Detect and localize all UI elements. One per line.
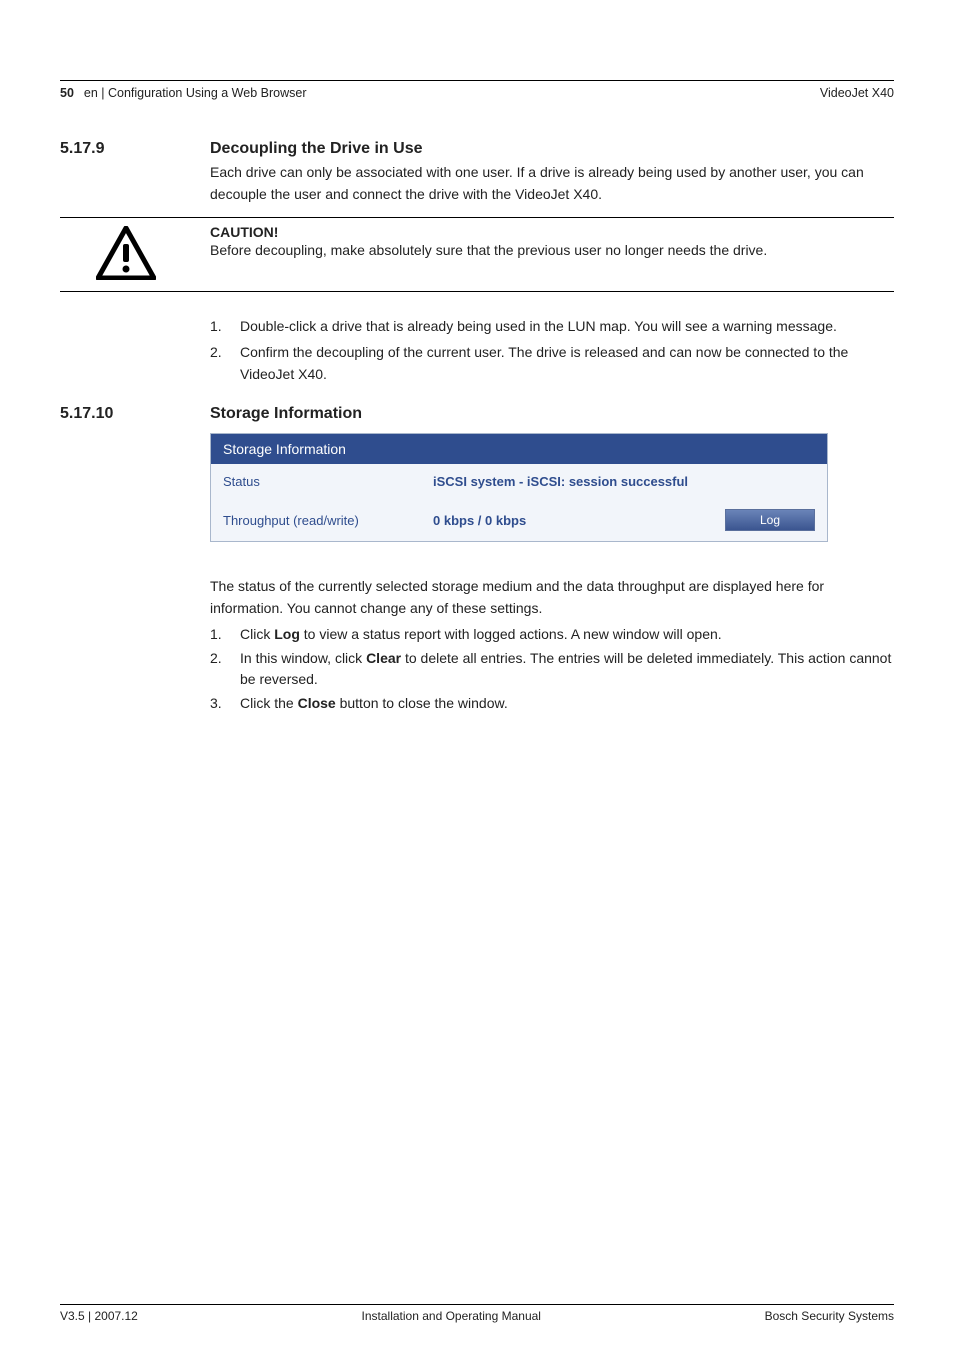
text-frag: In this window, click (240, 650, 366, 666)
throughput-value: 0 kbps / 0 kbps (433, 513, 725, 528)
section-body: Decoupling the Drive in Use Each drive c… (210, 140, 894, 205)
page-header: 50 en | Configuration Using a Web Browse… (60, 86, 894, 100)
section-number: 5.17.9 (60, 140, 210, 158)
footer-title: Installation and Operating Manual (362, 1309, 541, 1323)
step-text: Click Log to view a status report with l… (240, 624, 894, 646)
section-number: 5.17.10 (60, 405, 210, 423)
status-row: Status iSCSI system - iSCSI: session suc… (211, 464, 827, 499)
bold-clear: Clear (366, 650, 401, 666)
throughput-row: Throughput (read/write) 0 kbps / 0 kbps … (211, 499, 827, 541)
bold-log: Log (274, 626, 300, 642)
section-number-col: 5.17.10 (60, 405, 210, 716)
step-number: 2. (210, 648, 240, 691)
breadcrumb: en | Configuration Using a Web Browser (84, 86, 307, 100)
page-content: 5.17.9 Decoupling the Drive in Use Each … (60, 140, 894, 717)
text-frag: button to close the window. (336, 695, 508, 711)
caution-heading: CAUTION! (210, 224, 894, 240)
page-footer: V3.5 | 2007.12 Installation and Operatin… (60, 1309, 894, 1323)
header-product: VideoJet X40 (820, 86, 894, 100)
section-storage-info: 5.17.10 Storage Information Storage Info… (60, 405, 894, 716)
step-number: 1. (210, 624, 240, 646)
list-item: 2. Confirm the decoupling of the current… (60, 342, 894, 385)
caution-body: Before decoupling, make absolutely sure … (210, 240, 894, 262)
list-item: 2. In this window, click Clear to delete… (210, 648, 894, 691)
caution-triangle-icon (96, 226, 156, 285)
text-frag: Click (240, 626, 274, 642)
text-frag: Click the (240, 695, 298, 711)
caution-block: CAUTION! Before decoupling, make absolut… (60, 217, 894, 292)
list-item: 1. Click Log to view a status report wit… (210, 624, 894, 646)
steps-list-1: 1. Double-click a drive that is already … (60, 316, 894, 385)
status-label: Status (223, 474, 433, 489)
section-title: Decoupling the Drive in Use (210, 140, 894, 158)
header-left: 50 en | Configuration Using a Web Browse… (60, 86, 306, 100)
step-number: 2. (210, 342, 240, 385)
header-rule (60, 80, 894, 81)
list-item: 1. Double-click a drive that is already … (60, 316, 894, 338)
panel-title: Storage Information (211, 434, 827, 464)
section-decoupling: 5.17.9 Decoupling the Drive in Use Each … (60, 140, 894, 205)
footer-version: V3.5 | 2007.12 (60, 1309, 138, 1323)
section-intro: Each drive can only be associated with o… (210, 162, 894, 205)
list-item: 3. Click the Close button to close the w… (210, 693, 894, 715)
section-number-col: 5.17.9 (60, 140, 210, 205)
section-title: Storage Information (210, 405, 894, 423)
log-button[interactable]: Log (725, 509, 815, 531)
page-number: 50 (60, 86, 74, 100)
step-number: 3. (210, 693, 240, 715)
status-value: iSCSI system - iSCSI: session successful (433, 474, 815, 489)
text-frag: to view a status report with logged acti… (300, 626, 722, 642)
document-page: 50 en | Configuration Using a Web Browse… (0, 0, 954, 1351)
steps-list-2: 1. Click Log to view a status report wit… (210, 624, 894, 715)
step-text: Confirm the decoupling of the current us… (240, 342, 894, 385)
step-text: In this window, click Clear to delete al… (240, 648, 894, 691)
step-text: Click the Close button to close the wind… (240, 693, 894, 715)
footer-company: Bosch Security Systems (765, 1309, 894, 1323)
storage-info-desc: The status of the currently selected sto… (210, 576, 894, 619)
storage-info-panel: Storage Information Status iSCSI system … (210, 433, 828, 542)
throughput-label: Throughput (read/write) (223, 513, 433, 528)
caution-text: CAUTION! Before decoupling, make absolut… (210, 224, 894, 285)
bold-close: Close (298, 695, 336, 711)
step-text: Double-click a drive that is already bei… (240, 316, 894, 338)
section-body: Storage Information Storage Information … (210, 405, 894, 716)
caution-icon-wrap (60, 224, 210, 285)
step-number: 1. (210, 316, 240, 338)
footer-rule (60, 1304, 894, 1305)
